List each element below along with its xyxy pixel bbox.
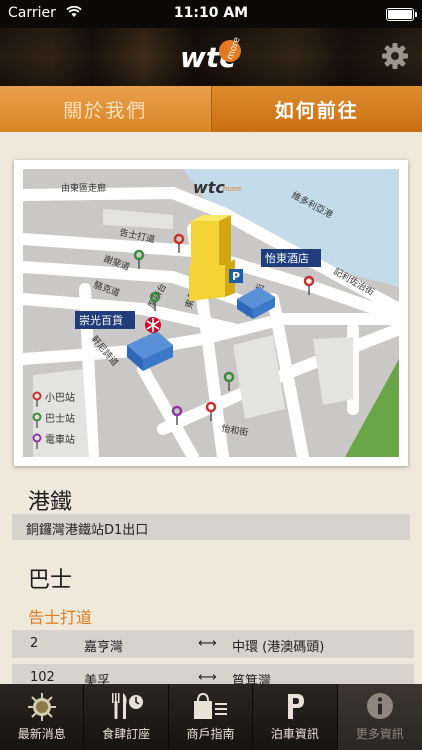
- status-bar: Carrier 11:10 AM: [0, 0, 422, 28]
- route-from: 美孚: [84, 674, 111, 684]
- nav-label: 最新消息: [17, 727, 66, 741]
- mtr-exit: 銅鑼灣港鐵站D1出口: [12, 514, 410, 540]
- nav-label: 商戶指南: [186, 727, 235, 741]
- nav-dining-reservation[interactable]: 食肆訂座: [84, 684, 169, 750]
- clock: 11:10 AM: [173, 5, 249, 21]
- nav-label: 更多資訊: [355, 727, 404, 741]
- svg-text:more: more: [223, 185, 241, 193]
- mtr-title: 港鐵: [28, 490, 73, 515]
- content-scroll[interactable]: 由東區走廊 維多利亞港 告士打道 謝斐道 駱克道 軒尼詩道 百德新街 東角道 怡…: [0, 132, 422, 684]
- route-to: 筲箕灣: [232, 674, 272, 684]
- map-illustration: 由東區走廊 維多利亞港 告士打道 謝斐道 駱克道 軒尼詩道 百德新街 東角道 怡…: [23, 169, 399, 457]
- tab-how-to-get-there[interactable]: 如何前往: [210, 86, 422, 132]
- nav-latest-news[interactable]: 最新消息: [0, 684, 85, 750]
- info-icon: [366, 693, 393, 719]
- nav-label: 食肆訂座: [102, 727, 151, 741]
- legend-bus: 巴士站: [45, 412, 75, 425]
- bus-route-row: 2 嘉亨灣 ⟷ 中環 (港澳碼頭): [12, 630, 414, 658]
- bus-road-heading: 告士打道: [28, 608, 93, 627]
- wtc-logo[interactable]: wtc more: [178, 37, 244, 77]
- route-number: 102: [30, 670, 55, 684]
- route-number: 2: [30, 636, 39, 651]
- tab-about-us[interactable]: 關於我們: [0, 86, 211, 132]
- legend-minibus: 小巴站: [45, 391, 75, 404]
- news-icon: [27, 693, 56, 721]
- battery-icon: [386, 8, 417, 21]
- nav-more-info[interactable]: 更多資訊: [337, 684, 422, 750]
- route-to: 中環 (港澳碼頭): [232, 640, 325, 655]
- parking-icon: [287, 694, 304, 719]
- segment-tabs: 關於我們 如何前往: [0, 86, 422, 132]
- route-from: 嘉亨灣: [84, 640, 124, 655]
- app-header: wtc more: [0, 28, 422, 86]
- road-label-eastern-corridor: 由東區走廊: [61, 182, 106, 194]
- wtc-building: [189, 215, 235, 301]
- settings-gear-icon[interactable]: [380, 41, 410, 71]
- dining-icon: [112, 693, 144, 719]
- nav-parking-info[interactable]: 泊車資訊: [253, 684, 338, 750]
- bidirectional-arrow-icon: ⟷: [198, 670, 217, 684]
- bus-route-row: 102 美孚 ⟷ 筲箕灣: [12, 664, 414, 684]
- shopping-icon: [194, 692, 228, 719]
- svg-text:P: P: [232, 270, 240, 283]
- nav-shop-directory[interactable]: 商戶指南: [169, 684, 254, 750]
- sogo-label: 崇光百貨: [79, 313, 123, 327]
- bidirectional-arrow-icon: ⟷: [198, 636, 217, 651]
- bus-title: 巴士: [28, 568, 73, 593]
- excelsior-label: 怡東酒店: [265, 251, 309, 265]
- bottom-tab-bar: 最新消息 食肆訂座 商戶指南 泊車資訊 更多資訊: [0, 684, 422, 750]
- svg-text:wtc: wtc: [193, 178, 225, 197]
- nav-label: 泊車資訊: [270, 727, 319, 741]
- location-map: 由東區走廊 維多利亞港 告士打道 謝斐道 駱克道 軒尼詩道 百德新街 東角道 怡…: [14, 160, 408, 466]
- legend-tram: 電車站: [45, 433, 75, 446]
